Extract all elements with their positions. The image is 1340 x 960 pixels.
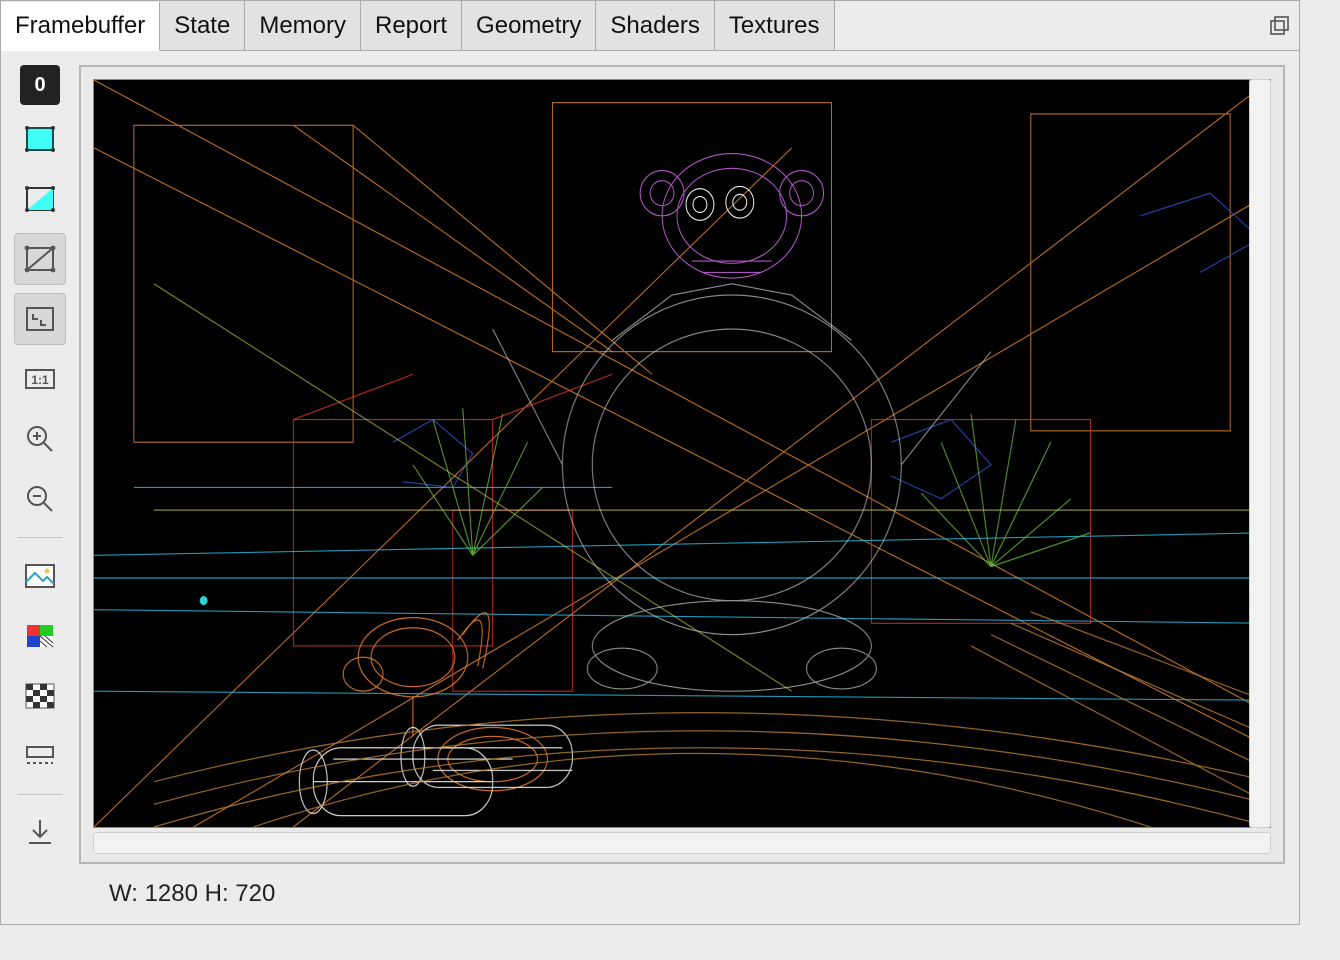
fit-frame-icon [23, 302, 57, 336]
tab-label: Geometry [476, 12, 581, 40]
sidebar-toolbar: 0 1:1 [1, 51, 79, 924]
height-value: 720 [235, 880, 275, 908]
horizontal-scrollbar[interactable] [93, 832, 1271, 854]
separator [18, 537, 62, 538]
height-label: H: [205, 880, 229, 908]
detach-window-button[interactable] [1267, 14, 1291, 38]
vertical-scrollbar[interactable] [1249, 79, 1271, 828]
tool-actual-size[interactable]: 1:1 [14, 353, 66, 405]
width-value: 1280 [145, 880, 198, 908]
zoom-out-icon [23, 482, 57, 516]
svg-text:1:1: 1:1 [31, 373, 49, 387]
tool-zoom-in[interactable] [14, 413, 66, 465]
zoom-in-icon [23, 422, 57, 456]
main-panel: W: 1280 H: 720 [79, 51, 1299, 924]
download-icon [23, 816, 57, 850]
tool-download[interactable] [14, 807, 66, 859]
framebuffer-viewport[interactable] [93, 79, 1271, 828]
tab-label: Shaders [610, 12, 699, 40]
tab-report[interactable]: Report [361, 1, 462, 50]
frame-index-text: 0 [34, 74, 45, 97]
wireframe-scene [94, 80, 1270, 827]
width-label: W: [109, 880, 138, 908]
tool-image[interactable] [14, 550, 66, 602]
rect-diagonal-fill-icon [23, 182, 57, 216]
content-area: 0 1:1 [1, 51, 1299, 924]
viewport-container [79, 65, 1285, 864]
tool-zoom-out[interactable] [14, 473, 66, 525]
tool-color-rect[interactable] [14, 113, 66, 165]
crop-icon [23, 739, 57, 773]
tool-checkerboard[interactable] [14, 670, 66, 722]
tab-shaders[interactable]: Shaders [596, 1, 714, 50]
tab-label: Memory [259, 12, 346, 40]
tab-label: State [174, 12, 230, 40]
picture-icon [23, 559, 57, 593]
tab-label: Report [375, 12, 447, 40]
one-to-one-icon: 1:1 [23, 362, 57, 396]
tool-channels[interactable] [14, 610, 66, 662]
tool-fit[interactable] [14, 293, 66, 345]
tab-memory[interactable]: Memory [245, 1, 361, 50]
tab-label: Framebuffer [15, 12, 145, 40]
checkerboard-icon [23, 679, 57, 713]
tool-wireframe[interactable] [14, 233, 66, 285]
tool-crop[interactable] [14, 730, 66, 782]
tab-bar: Framebuffer State Memory Report Geometry… [1, 1, 1299, 51]
window-restore-icon [1267, 9, 1291, 43]
frame-index-badge[interactable]: 0 [20, 65, 60, 105]
tab-geometry[interactable]: Geometry [462, 1, 596, 50]
tab-framebuffer[interactable]: Framebuffer [1, 2, 160, 51]
rect-diagonal-line-icon [23, 242, 57, 276]
rgb-channels-icon [23, 619, 57, 653]
status-bar: W: 1280 H: 720 [79, 864, 1285, 924]
tool-diagonal-rect[interactable] [14, 173, 66, 225]
separator [18, 794, 62, 795]
filled-rect-icon [23, 122, 57, 156]
tab-label: Textures [729, 12, 820, 40]
tab-state[interactable]: State [160, 1, 245, 50]
tab-textures[interactable]: Textures [715, 1, 835, 50]
app-window: Framebuffer State Memory Report Geometry… [0, 0, 1300, 925]
